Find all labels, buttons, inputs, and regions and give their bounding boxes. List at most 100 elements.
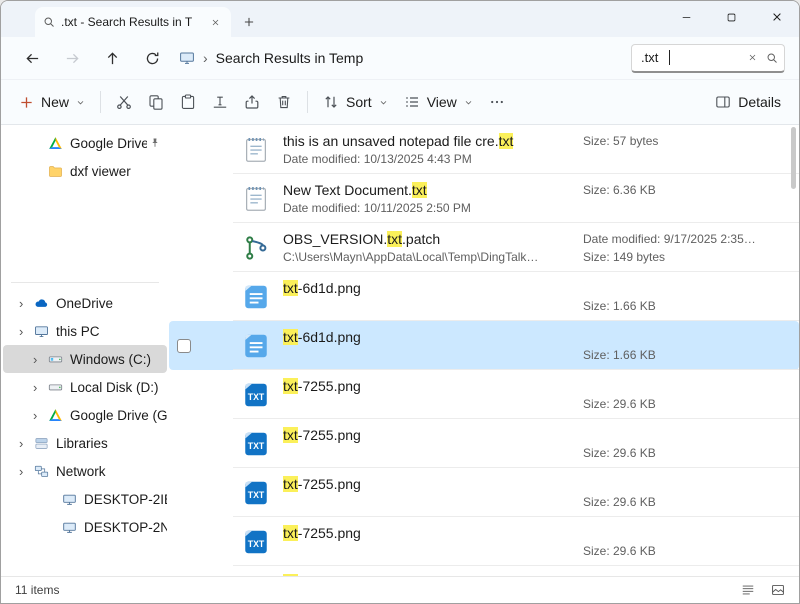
sidebar-item-desktop-2ibj00n[interactable]: › DESKTOP-2IBJ00N [3,485,167,513]
file-row[interactable]: txt-6d1d.png Size: 1.66 KB [169,321,799,370]
cut-icon [116,94,132,110]
thumbnail-view-button[interactable] [771,583,785,597]
file-name-column: txt-6d1d.png [283,328,583,364]
sidebar-item-this-pc[interactable]: › this PC [3,317,167,345]
file-row[interactable]: TXT txt-7255.png [169,566,799,576]
file-row[interactable]: this is an unsaved notepad file cre.txt … [169,125,799,174]
row-checkbox[interactable] [177,339,191,353]
sidebar-item-dxf-viewer[interactable]: › dxf viewer [3,157,167,185]
vertical-scrollbar[interactable] [790,127,797,574]
minimize-button[interactable] [664,1,709,33]
txtpng-icon: TXT [241,576,271,577]
file-details-column: Size: 6.36 KB [583,181,799,217]
breadcrumb[interactable]: › Search Results in Temp [179,50,631,66]
tab-close-button[interactable] [208,15,223,30]
breadcrumb-path[interactable]: Search Results in Temp [216,50,364,66]
file-detail-line2 [583,200,799,217]
sidebar-item-windows-c[interactable]: › Windows (C:) [3,345,167,373]
expand-chevron-icon[interactable]: › [33,380,48,395]
file-name: txt-7255.png [283,426,583,445]
up-button[interactable] [95,42,129,74]
search-match-highlight: txt [283,427,298,443]
back-button[interactable] [15,42,49,74]
list-view-button[interactable] [741,583,755,597]
plus-icon [19,95,34,110]
sidebar-item-onedrive[interactable]: › OneDrive [3,289,167,317]
sidebar-item-label: Libraries [56,436,167,451]
view-toggles [725,583,785,597]
close-button[interactable] [754,1,799,33]
sidebar-item-label: this PC [56,324,167,339]
file-detail-line1: Size: 6.36 KB [583,181,799,200]
svg-text:TXT: TXT [248,391,265,401]
expand-chevron-icon[interactable]: › [19,324,34,339]
rename-icon [212,94,228,110]
maximize-button[interactable] [709,1,754,33]
file-detail-line1 [583,475,799,494]
sidebar-item-desktop-2nd3b9[interactable]: › DESKTOP-2ND3B9 [3,513,167,541]
pc-icon [34,324,49,339]
file-subline: Date modified: 10/11/2025 2:50 PM [283,200,583,217]
file-row[interactable]: OBS_VERSION.txt.patch C:\Users\Mayn\AppD… [169,223,799,272]
cut-button[interactable] [108,85,140,119]
scrollbar-thumb[interactable] [791,127,796,189]
expand-chevron-icon[interactable]: › [33,352,48,367]
search-clear-button[interactable] [745,50,760,65]
chevron-down-icon [464,98,473,107]
search-box[interactable] [631,44,785,73]
file-detail-line1 [583,573,799,577]
pin-icon [149,137,161,149]
chevron-down-icon [76,98,85,107]
expand-chevron-icon[interactable]: › [19,464,34,479]
new-button-label: New [41,94,69,110]
rename-button[interactable] [204,85,236,119]
paste-button[interactable] [172,85,204,119]
file-row[interactable]: TXT txt-7255.png Size: 29.6 KB [169,517,799,566]
copy-button[interactable] [140,85,172,119]
more-button[interactable] [481,85,513,119]
search-match-highlight: txt [387,231,402,247]
expand-chevron-icon[interactable]: › [19,436,34,451]
file-row[interactable]: TXT txt-7255.png Size: 29.6 KB [169,370,799,419]
share-icon [244,94,260,110]
file-detail-line2: Size: 29.6 KB [583,445,799,462]
file-row[interactable]: TXT txt-7255.png Size: 29.6 KB [169,468,799,517]
search-submit-icon[interactable] [766,52,778,64]
sort-button[interactable]: Sort [315,85,396,119]
details-button[interactable]: Details [707,85,789,119]
file-name-column: txt-7255.png [283,573,583,577]
sidebar-item-label: Network [56,464,167,479]
new-button[interactable]: New [11,85,93,119]
file-name-post: -6d1d.png [298,280,361,296]
file-name-post: -7255.png [298,378,361,394]
view-button[interactable]: View [396,85,481,119]
new-tab-button[interactable] [243,16,255,28]
search-input[interactable] [641,50,666,65]
gdrive-icon [48,408,63,423]
file-details-column: Size: 29.6 KB [583,524,799,560]
refresh-button[interactable] [135,42,169,74]
forward-button[interactable] [55,42,89,74]
netpc-icon [62,492,77,507]
delete-button[interactable] [268,85,300,119]
file-subline [283,494,583,511]
expand-chevron-icon[interactable]: › [33,408,48,423]
sidebar-item-libraries[interactable]: › Libraries [3,429,167,457]
tab[interactable]: .txt - Search Results in T [35,7,231,37]
file-detail-line1 [583,426,799,445]
view-icon [404,94,420,110]
expand-chevron-icon[interactable]: › [19,296,34,311]
folder-icon [48,164,63,179]
txtpng-icon: TXT [241,527,271,557]
share-button[interactable] [236,85,268,119]
txtpng-icon: TXT [241,380,271,410]
sidebar-item-local-disk-d[interactable]: › Local Disk (D:) [3,373,167,401]
sidebar-item-google-drive-pinned[interactable]: › Google Drive (G: [3,129,167,157]
file-details-column: Size: 29.6 KB [583,475,799,511]
file-row[interactable]: TXT txt-7255.png Size: 29.6 KB [169,419,799,468]
sidebar-item-network[interactable]: › Network [3,457,167,485]
file-row[interactable]: New Text Document.txt Date modified: 10/… [169,174,799,223]
sidebar-item-label: Windows (C:) [70,352,167,367]
sidebar-item-google-drive-g[interactable]: › Google Drive (G:) [3,401,167,429]
file-row[interactable]: txt-6d1d.png Size: 1.66 KB [169,272,799,321]
